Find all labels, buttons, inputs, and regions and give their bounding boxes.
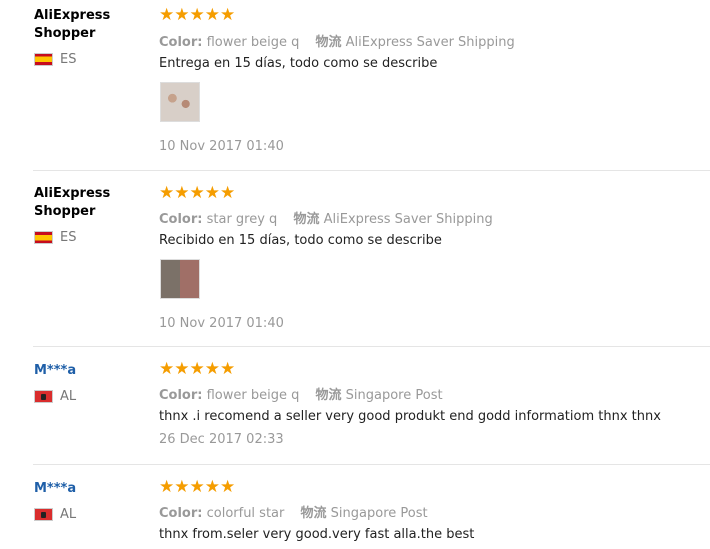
shipping-value: AliExpress Saver Shipping — [345, 35, 515, 50]
color-value: star grey q — [206, 212, 278, 227]
country-code: ES — [60, 230, 77, 245]
shipping-value: Singapore Post — [345, 388, 443, 403]
shipping-label: 物流 — [315, 388, 342, 403]
reviewer-name[interactable]: M***a — [34, 480, 144, 498]
country-code: AL — [60, 389, 77, 404]
spain-flag-icon — [34, 53, 53, 66]
review-date: 10 Nov 2017 01:40 — [159, 139, 284, 154]
shipping-value: AliExpress Saver Shipping — [323, 212, 493, 227]
review-item: M***a AL ★★★★★ Color: colorful star 物流 S… — [33, 465, 710, 549]
reviewer-country: AL — [34, 389, 144, 404]
review-meta: Color: flower beige q 物流 AliExpress Save… — [159, 31, 515, 50]
reviewer-name[interactable]: M***a — [34, 362, 144, 380]
review-meta: Color: colorful star 物流 Singapore Post — [159, 502, 428, 521]
star-rating: ★★★★★ — [159, 477, 236, 497]
color-label: Color: — [159, 212, 203, 227]
country-code: ES — [60, 52, 77, 67]
albania-flag-icon — [34, 390, 53, 403]
color-label: Color: — [159, 35, 203, 50]
color-value: colorful star — [206, 506, 285, 521]
country-code: AL — [60, 507, 77, 522]
reviewer-info: M***a AL — [34, 480, 144, 522]
shipping-label: 物流 — [300, 506, 327, 521]
reviewer-info: M***a AL — [34, 362, 144, 404]
review-date: 26 Dec 2017 02:33 — [159, 432, 284, 447]
reviewer-country: ES — [34, 52, 144, 67]
reviewer-name: AliExpress Shopper — [34, 8, 111, 41]
star-rating: ★★★★★ — [159, 183, 236, 203]
review-item: AliExpress Shopper ES ★★★★★ Color: flowe… — [33, 0, 710, 171]
review-meta: Color: star grey q 物流 AliExpress Saver S… — [159, 208, 493, 227]
review-item: M***a AL ★★★★★ Color: flower beige q 物流 … — [33, 347, 710, 465]
shipping-label: 物流 — [315, 35, 342, 50]
star-rating: ★★★★★ — [159, 359, 236, 379]
reviewer-name: AliExpress Shopper — [34, 186, 111, 219]
color-value: flower beige q — [206, 388, 300, 403]
reviewer-info: AliExpress Shopper ES — [34, 185, 144, 245]
color-value: flower beige q — [206, 35, 300, 50]
albania-flag-icon — [34, 508, 53, 521]
review-photo-thumbnail[interactable] — [160, 259, 200, 299]
review-meta: Color: flower beige q 物流 Singapore Post — [159, 384, 443, 403]
reviewer-info: AliExpress Shopper ES — [34, 7, 144, 67]
reviewer-country: ES — [34, 230, 144, 245]
star-rating: ★★★★★ — [159, 5, 236, 25]
review-text: thnx .i recomend a seller very good prod… — [159, 409, 661, 424]
color-label: Color: — [159, 388, 203, 403]
review-text: Entrega en 15 días, todo como se describ… — [159, 56, 438, 71]
spain-flag-icon — [34, 231, 53, 244]
review-text: Recibido en 15 días, todo como se descri… — [159, 233, 442, 248]
review-photo-thumbnail[interactable] — [160, 82, 200, 122]
review-text: thnx from.seler very good.very fast alla… — [159, 527, 475, 542]
shipping-label: 物流 — [293, 212, 320, 227]
review-date: 10 Nov 2017 01:40 — [159, 316, 284, 331]
review-item: AliExpress Shopper ES ★★★★★ Color: star … — [33, 171, 710, 347]
color-label: Color: — [159, 506, 203, 521]
shipping-value: Singapore Post — [330, 506, 428, 521]
reviewer-country: AL — [34, 507, 144, 522]
